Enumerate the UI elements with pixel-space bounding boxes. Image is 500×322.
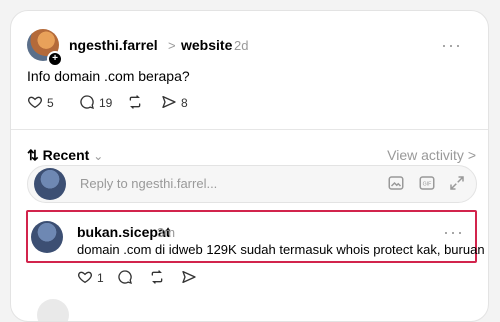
divider <box>11 129 488 130</box>
reply-tools: GIF <box>379 174 466 194</box>
post-text: Info domain .com berapa? <box>27 68 190 84</box>
comment-avatar[interactable] <box>31 221 63 253</box>
send-icon <box>182 271 196 283</box>
sort-label: Recent <box>42 147 90 163</box>
reply-count: 19 <box>99 96 113 110</box>
comment-icon <box>118 270 132 284</box>
follow-plus-icon[interactable]: + <box>47 51 63 67</box>
post-username[interactable]: ngesthi.farrel <box>69 37 158 53</box>
breadcrumb-separator: > <box>168 38 176 53</box>
reply-placeholder: Reply to ngesthi.farrel... <box>80 176 218 191</box>
user-avatar <box>34 168 66 200</box>
comment-like-count: 1 <box>97 271 104 285</box>
comment-icon <box>80 95 94 109</box>
more-icon[interactable]: ··· <box>443 222 464 243</box>
expand-icon[interactable] <box>448 174 466 192</box>
comment-time: 3m <box>157 225 176 240</box>
svg-text:GIF: GIF <box>422 181 431 187</box>
share-count: 8 <box>181 96 188 110</box>
like-count: 5 <box>47 96 54 110</box>
post-topic[interactable]: website <box>181 37 232 53</box>
more-icon[interactable]: ··· <box>441 35 462 56</box>
sort-arrows-icon: ⇅ <box>27 147 39 163</box>
repost-icon <box>151 270 163 284</box>
comment-text: domain .com di idweb 129K sudah termasuk… <box>77 242 489 257</box>
comment-item: bukan.sicepat 3m ··· domain .com di idwe… <box>27 219 488 259</box>
heart-icon <box>78 271 92 284</box>
chevron-down-icon: ⌄ <box>93 149 104 163</box>
view-activity-link[interactable]: View activity > <box>387 147 476 163</box>
thread-card: + ngesthi.farrel > website 2d ··· Info d… <box>10 10 489 322</box>
post-time: 2d <box>234 38 249 53</box>
heart-icon <box>28 96 42 109</box>
gif-icon[interactable]: GIF <box>418 174 436 192</box>
reply-input[interactable]: Reply to ngesthi.farrel... GIF <box>27 165 477 203</box>
send-icon <box>162 96 176 108</box>
repost-icon <box>129 95 141 109</box>
image-icon[interactable] <box>387 174 405 192</box>
post-header: + ngesthi.farrel > website 2d ··· <box>27 29 472 67</box>
sort-dropdown[interactable]: ⇅ Recent ⌄ <box>27 147 103 164</box>
next-comment-avatar <box>37 299 69 321</box>
